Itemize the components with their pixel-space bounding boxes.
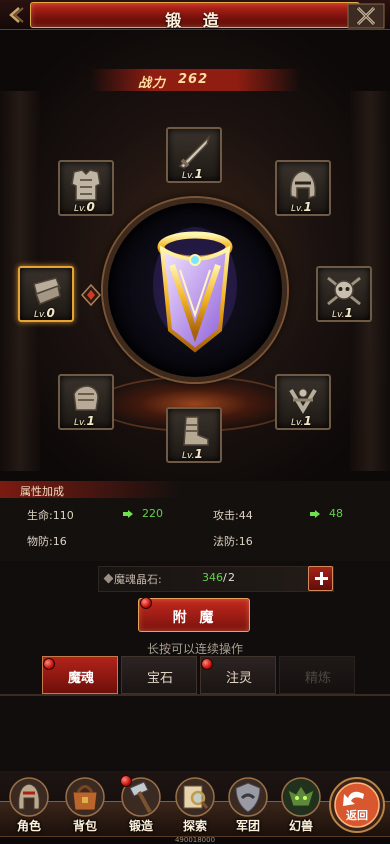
material-label: 魔魂晶石: bbox=[114, 573, 162, 586]
notification-dot-icon bbox=[140, 597, 152, 609]
nav-label: 幻兽 bbox=[288, 819, 313, 833]
power-label: 战力 bbox=[138, 76, 167, 91]
return-label: 返回 bbox=[346, 809, 368, 822]
nav-item-character[interactable]: 角色 bbox=[2, 776, 56, 836]
shield-icon bbox=[228, 777, 268, 817]
notification-dot-icon bbox=[120, 775, 132, 787]
upgrade-arrow-icon bbox=[123, 510, 133, 518]
hp-next: 220 bbox=[142, 507, 163, 520]
add-material-button[interactable] bbox=[308, 566, 333, 591]
enchant-button-label: 附 魔 bbox=[172, 610, 218, 626]
helmet-icon bbox=[290, 170, 316, 200]
tab-label: 精炼 bbox=[304, 671, 331, 686]
material-separator: / bbox=[223, 571, 227, 584]
plus-icon-bar bbox=[315, 577, 328, 580]
armor-icon bbox=[71, 169, 101, 201]
nav-label: 军团 bbox=[235, 819, 260, 833]
gauntlet-icon bbox=[73, 385, 99, 411]
tab-refine[interactable]: 精炼 bbox=[279, 656, 355, 694]
nav-label: 背包 bbox=[72, 819, 97, 833]
mdef-current: 法防:16 bbox=[213, 535, 253, 548]
selection-pointer-icon bbox=[80, 283, 102, 307]
notification-dot-icon bbox=[201, 658, 213, 670]
hp-current: 生命:110 bbox=[27, 509, 74, 522]
material-owned: 346 bbox=[202, 571, 223, 584]
return-arrow-icon bbox=[329, 777, 385, 833]
nav-label: 探索 bbox=[182, 819, 207, 833]
beast-icon bbox=[281, 777, 321, 817]
title-plate: 锻 造 bbox=[30, 2, 360, 30]
upgrade-arrow-icon bbox=[310, 510, 320, 518]
attribute-title: 属性加成 bbox=[20, 485, 64, 498]
slot-level: Lv.1 bbox=[332, 306, 353, 320]
tab-label: 魔魂 bbox=[67, 671, 94, 686]
equip-slot-boots[interactable]: Lv.1 bbox=[166, 407, 222, 463]
nav-label: 锻造 bbox=[128, 819, 153, 833]
slot-level: Lv.0 bbox=[34, 306, 55, 320]
nav-item-explore[interactable]: 探索 bbox=[168, 776, 222, 836]
slot-level: Lv.1 bbox=[291, 414, 312, 428]
nav-item-legion[interactable]: 军团 bbox=[221, 776, 275, 836]
header-bar: 锻 造 bbox=[0, 0, 390, 30]
close-icon[interactable] bbox=[346, 3, 386, 29]
slot-level: Lv.1 bbox=[291, 200, 312, 214]
skull-necklace-icon bbox=[327, 276, 361, 306]
equip-slot-helmet[interactable]: Lv.1 bbox=[275, 160, 331, 216]
tab-divider bbox=[0, 694, 390, 696]
bag-icon bbox=[65, 777, 105, 817]
slot-level: Lv.1 bbox=[182, 447, 203, 461]
slot-level: Lv.1 bbox=[182, 167, 203, 181]
ring-icon bbox=[289, 388, 317, 414]
power-value: 262 bbox=[178, 72, 209, 87]
nav-label: 角色 bbox=[16, 819, 41, 833]
atk-next: 48 bbox=[329, 507, 343, 520]
hold-hint: 长按可以连续操作 bbox=[146, 642, 243, 656]
magnifier-icon bbox=[175, 777, 215, 817]
page-title: 锻 造 bbox=[165, 11, 227, 30]
enchanted-bracer-icon bbox=[153, 227, 237, 353]
tab-label: 宝石 bbox=[146, 671, 173, 686]
return-button[interactable]: 返回 bbox=[328, 776, 386, 834]
sword-icon bbox=[178, 134, 211, 169]
atk-current: 攻击:44 bbox=[213, 509, 253, 522]
slot-level: Lv.0 bbox=[74, 200, 95, 214]
tab-gem[interactable]: 宝石 bbox=[121, 656, 197, 694]
nav-item-beast[interactable]: 幻兽 bbox=[274, 776, 328, 836]
pdef-current: 物防:16 bbox=[27, 535, 67, 548]
nav-item-bag[interactable]: 背包 bbox=[58, 776, 112, 836]
equip-slot-ring[interactable]: Lv.1 bbox=[275, 374, 331, 430]
boots-icon bbox=[183, 416, 209, 446]
back-arrow-icon[interactable] bbox=[6, 5, 26, 25]
tab-label: 注灵 bbox=[225, 671, 252, 686]
helmet-icon bbox=[9, 777, 49, 817]
notification-dot-icon bbox=[43, 658, 55, 670]
equip-slot-weapon[interactable]: Lv.1 bbox=[166, 127, 222, 183]
equip-slot-glove[interactable]: Lv.1 bbox=[58, 374, 114, 430]
slot-level: Lv.1 bbox=[74, 414, 95, 428]
exp-text: 490018000 bbox=[174, 836, 216, 844]
equip-slot-armor[interactable]: Lv.0 bbox=[58, 160, 114, 216]
equip-slot-bracer[interactable]: Lv.0 bbox=[18, 266, 74, 322]
enchant-tabs: 魔魂 宝石 注灵 精炼 bbox=[42, 656, 355, 694]
enchant-button[interactable]: 附 魔 bbox=[138, 598, 250, 632]
material-required: 2 bbox=[228, 571, 235, 584]
equip-slot-necklace[interactable]: Lv.1 bbox=[316, 266, 372, 322]
bracer-icon bbox=[33, 277, 61, 305]
